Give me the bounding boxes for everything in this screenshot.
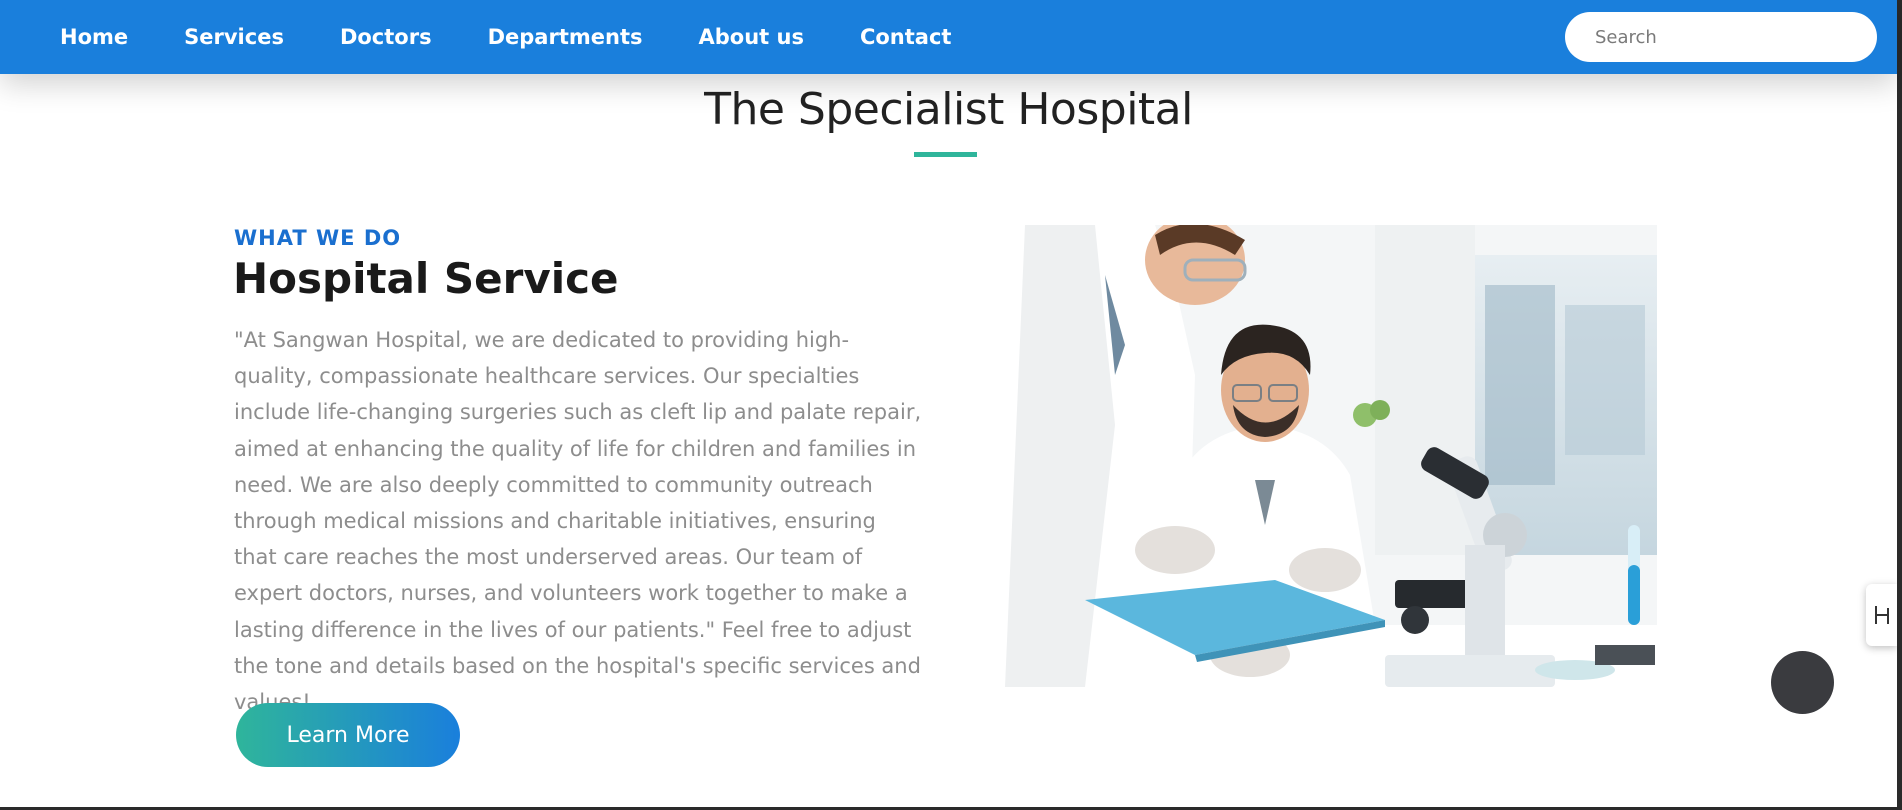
nav-item-contact[interactable]: Contact (860, 25, 952, 49)
service-description: "At Sangwan Hospital, we are dedicated t… (234, 328, 922, 714)
doctors-lab-photo (965, 225, 1657, 687)
nav-item-departments[interactable]: Departments (488, 25, 643, 49)
page-scrollbar[interactable] (1897, 0, 1902, 810)
section-title: The Specialist Hospital (704, 84, 1193, 135)
title-underline-divider (914, 152, 977, 157)
nav-item-home[interactable]: Home (60, 25, 128, 49)
side-feedback-tab[interactable] (1866, 584, 1897, 646)
nav-item-about-us[interactable]: About us (698, 25, 803, 49)
search-input[interactable] (1565, 12, 1877, 62)
chat-fab-button[interactable] (1771, 651, 1834, 714)
service-heading: Hospital Service (233, 254, 619, 303)
learn-more-button[interactable]: Learn More (236, 703, 460, 767)
what-we-do-eyebrow: WHAT WE DO (234, 226, 402, 250)
top-navbar: Home Services Doctors Departments About … (0, 0, 1897, 74)
feedback-icon (1874, 606, 1889, 624)
nav-item-doctors[interactable]: Doctors (340, 25, 432, 49)
doctors-lab-illustration (965, 225, 1657, 687)
nav-item-services[interactable]: Services (184, 25, 284, 49)
nav-links: Home Services Doctors Departments About … (60, 0, 1007, 74)
